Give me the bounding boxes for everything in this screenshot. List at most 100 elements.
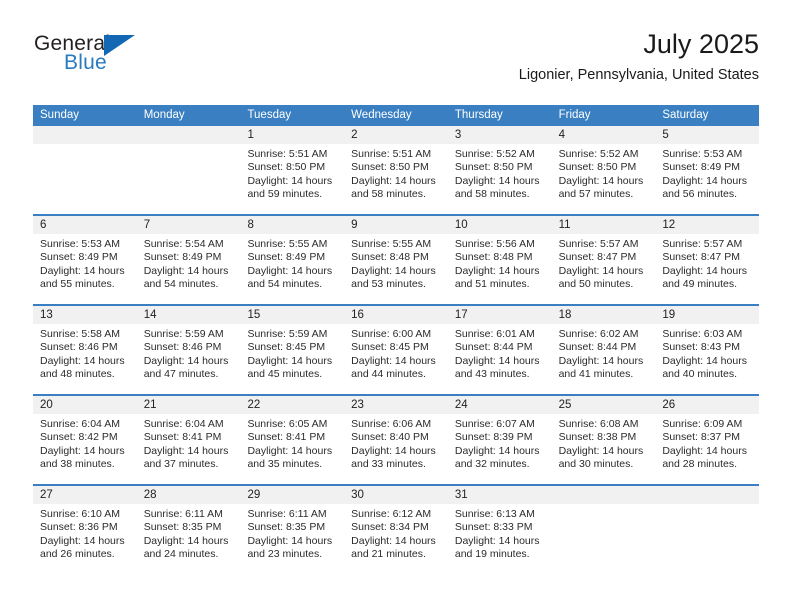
day-number-band: 5 <box>655 126 760 144</box>
day-number: 29 <box>247 489 261 501</box>
sunset-text: Sunset: 8:49 PM <box>143 251 222 264</box>
day-sun-info: Sunrise: 5:52 AM Sunset: 8:50 PM Daylight:… <box>448 144 552 202</box>
weekday-header-tuesday: Tuesday <box>247 109 292 121</box>
day-number-band: 27 <box>33 486 137 504</box>
day-sun-info: Sunrise: 5:58 AM Sunset: 8:46 PM Daylight:… <box>33 324 137 382</box>
calendar-day-cell[interactable]: 7 Sunrise: 5:54 AM Sunset: 8:49 PM Daylight… <box>136 216 241 304</box>
day-number: 30 <box>351 489 364 501</box>
sunrise-text: Sunrise: 5:56 AM <box>454 238 535 250</box>
sunset-text: Sunset: 8:45 PM <box>351 341 429 354</box>
sunset-text: Sunset: 8:39 PM <box>454 431 533 444</box>
calendar-day-cell[interactable]: 24 Sunrise: 6:07 AM Sunset: 8:39 PM Dayligh… <box>447 396 552 484</box>
sunset-text: Sunset: 8:50 PM <box>558 161 637 174</box>
page-header: General Blue July 2025 Ligonier, Pennsyl… <box>33 28 759 96</box>
calendar-day-cell[interactable]: 1 Sunrise: 5:51 AM Sunset: 8:50 PM Daylight… <box>240 126 345 214</box>
day-sun-info: Sunrise: 5:53 AM Sunset: 8:49 PM Daylight:… <box>655 144 759 202</box>
day-number-band: 10 <box>447 216 552 234</box>
sunrise-text: Sunrise: 6:05 AM <box>247 418 328 430</box>
day-number: 22 <box>247 399 261 411</box>
daylight-text: Daylight: 14 hours and 57 minutes. <box>558 174 644 201</box>
calendar-day-cell[interactable]: 8 Sunrise: 5:55 AM Sunset: 8:49 PM Daylight… <box>240 216 345 304</box>
day-number: 3 <box>454 129 462 141</box>
calendar-day-cell[interactable]: 11 Sunrise: 5:57 AM Sunset: 8:47 PM Dayligh… <box>551 216 656 304</box>
calendar-day-cell[interactable]: 13 Sunrise: 5:58 AM Sunset: 8:46 PM Dayligh… <box>33 306 137 394</box>
calendar-day-cell[interactable]: 25 Sunrise: 6:08 AM Sunset: 8:38 PM Dayligh… <box>551 396 656 484</box>
day-number-band: 4 <box>551 126 656 144</box>
weekday-header-wednesday: Wednesday <box>351 109 412 121</box>
calendar-day-cell[interactable]: 16 Sunrise: 6:00 AM Sunset: 8:45 PM Dayligh… <box>344 306 448 394</box>
day-number-band: 31 <box>447 486 552 504</box>
calendar-day-cell[interactable]: 19 Sunrise: 6:03 AM Sunset: 8:43 PM Dayligh… <box>655 306 760 394</box>
day-number-band: 1 <box>240 126 345 144</box>
sunset-text: Sunset: 8:41 PM <box>143 431 222 444</box>
weekday-header-row: Sunday Monday Tuesday Wednesday Thursday Frid… <box>33 105 759 126</box>
calendar-day-cell[interactable]: 10 Sunrise: 5:56 AM Sunset: 8:48 PM Dayligh… <box>447 216 552 304</box>
day-number-band: 3 <box>447 126 552 144</box>
daylight-text: Daylight: 14 hours and 59 minutes. <box>247 174 333 201</box>
page-subtitle: Ligonier, Pennsylvania, United States <box>518 67 759 83</box>
calendar-day-cell[interactable]: 14 Sunrise: 5:59 AM Sunset: 8:46 PM Dayligh… <box>136 306 241 394</box>
daylight-text: Daylight: 14 hours and 32 minutes. <box>454 444 540 471</box>
day-number: 27 <box>40 489 53 501</box>
daylight-text: Daylight: 14 hours and 58 minutes. <box>454 174 540 201</box>
calendar-day-cell[interactable]: 18 Sunrise: 6:02 AM Sunset: 8:44 PM Dayligh… <box>551 306 656 394</box>
day-number: 4 <box>558 129 565 141</box>
calendar-week-inner: 13 Sunrise: 5:58 AM Sunset: 8:46 PM Dayligh… <box>33 306 760 394</box>
sunrise-text: Sunrise: 5:52 AM <box>558 148 639 160</box>
calendar-day-cell[interactable]: 28 Sunrise: 6:11 AM Sunset: 8:35 PM Dayligh… <box>136 486 241 574</box>
calendar-day-cell[interactable]: 31 Sunrise: 6:13 AM Sunset: 8:33 PM Dayligh… <box>447 486 552 574</box>
day-sun-info: Sunrise: 6:06 AM Sunset: 8:40 PM Daylight:… <box>344 414 448 472</box>
calendar-day-cell[interactable]: 30 Sunrise: 6:12 AM Sunset: 8:34 PM Dayligh… <box>344 486 448 574</box>
calendar-day-cell[interactable]: 26 Sunrise: 6:09 AM Sunset: 8:37 PM Dayligh… <box>655 396 760 484</box>
day-number: 10 <box>454 219 468 231</box>
calendar-day-cell[interactable]: 21 Sunrise: 6:04 AM Sunset: 8:41 PM Dayligh… <box>136 396 241 484</box>
calendar-day-cell[interactable]: 5 Sunrise: 5:53 AM Sunset: 8:49 PM Daylight… <box>655 126 760 214</box>
day-sun-info: Sunrise: 5:56 AM Sunset: 8:48 PM Daylight:… <box>448 234 552 292</box>
calendar-day-cell[interactable]: 22 Sunrise: 6:05 AM Sunset: 8:41 PM Dayligh… <box>240 396 345 484</box>
day-sun-info: Sunrise: 5:51 AM Sunset: 8:50 PM Daylight:… <box>240 144 344 202</box>
calendar-weeks: 1 Sunrise: 5:51 AM Sunset: 8:50 PM Daylight… <box>33 126 760 574</box>
day-number-band: 9 <box>344 216 448 234</box>
day-number-band: 20 <box>33 396 137 414</box>
sunrise-text: Sunrise: 5:57 AM <box>558 238 639 250</box>
day-sun-info: Sunrise: 6:02 AM Sunset: 8:44 PM Daylight:… <box>552 324 656 382</box>
calendar-day-cell[interactable]: 3 Sunrise: 5:52 AM Sunset: 8:50 PM Daylight… <box>447 126 552 214</box>
day-number: 1 <box>247 129 254 141</box>
sunrise-text: Sunrise: 6:00 AM <box>351 328 432 340</box>
calendar-day-cell[interactable]: 12 Sunrise: 5:57 AM Sunset: 8:47 PM Dayligh… <box>655 216 760 304</box>
calendar-day-cell[interactable]: 17 Sunrise: 6:01 AM Sunset: 8:44 PM Dayligh… <box>447 306 552 394</box>
calendar-day-cell[interactable]: 4 Sunrise: 5:52 AM Sunset: 8:50 PM Daylight… <box>551 126 656 214</box>
sunset-text: Sunset: 8:47 PM <box>662 251 740 264</box>
calendar-day-cell[interactable]: 27 Sunrise: 6:10 AM Sunset: 8:36 PM Dayligh… <box>33 486 137 574</box>
calendar-day-cell[interactable]: 23 Sunrise: 6:06 AM Sunset: 8:40 PM Dayligh… <box>344 396 448 484</box>
sunset-text: Sunset: 8:44 PM <box>558 341 637 354</box>
calendar-day-cell[interactable]: 20 Sunrise: 6:04 AM Sunset: 8:42 PM Dayligh… <box>33 396 137 484</box>
day-sun-info: Sunrise: 5:54 AM Sunset: 8:49 PM Daylight:… <box>137 234 241 292</box>
sunset-text: Sunset: 8:43 PM <box>662 341 740 354</box>
brand-logo[interactable]: General Blue <box>33 32 253 88</box>
brand-triangle-icon <box>104 35 135 56</box>
day-sun-info: Sunrise: 5:57 AM Sunset: 8:47 PM Daylight:… <box>655 234 759 292</box>
sunrise-text: Sunrise: 5:52 AM <box>454 148 535 160</box>
calendar-day-cell[interactable]: 2 Sunrise: 5:51 AM Sunset: 8:50 PM Daylight… <box>344 126 448 214</box>
sunrise-text: Sunrise: 5:53 AM <box>40 238 120 250</box>
day-number: 26 <box>662 399 676 411</box>
sunset-text: Sunset: 8:41 PM <box>247 431 326 444</box>
daylight-text: Daylight: 14 hours and 28 minutes. <box>662 444 747 471</box>
day-sun-info: Sunrise: 5:51 AM Sunset: 8:50 PM Daylight:… <box>344 144 448 202</box>
calendar-day-cell[interactable]: 6 Sunrise: 5:53 AM Sunset: 8:49 PM Daylight… <box>33 216 137 304</box>
weekday-header-saturday: Saturday <box>662 109 709 121</box>
daylight-text: Daylight: 14 hours and 56 minutes. <box>662 174 747 201</box>
sunrise-text: Sunrise: 6:07 AM <box>454 418 535 430</box>
day-sun-info: Sunrise: 5:59 AM Sunset: 8:46 PM Daylight:… <box>137 324 241 382</box>
day-number-band <box>33 126 137 144</box>
calendar-day-cell[interactable]: 29 Sunrise: 6:11 AM Sunset: 8:35 PM Dayligh… <box>240 486 345 574</box>
weekday-header-thursday: Thursday <box>454 109 503 121</box>
daylight-text: Daylight: 14 hours and 30 minutes. <box>558 444 644 471</box>
calendar-day-cell[interactable]: 15 Sunrise: 5:59 AM Sunset: 8:45 PM Dayligh… <box>240 306 345 394</box>
sunset-text: Sunset: 8:38 PM <box>558 431 637 444</box>
sunset-text: Sunset: 8:48 PM <box>454 251 533 264</box>
day-sun-info: Sunrise: 6:13 AM Sunset: 8:33 PM Daylight:… <box>448 504 552 562</box>
calendar-day-cell[interactable]: 9 Sunrise: 5:55 AM Sunset: 8:48 PM Daylight… <box>344 216 448 304</box>
day-number-band: 11 <box>551 216 656 234</box>
